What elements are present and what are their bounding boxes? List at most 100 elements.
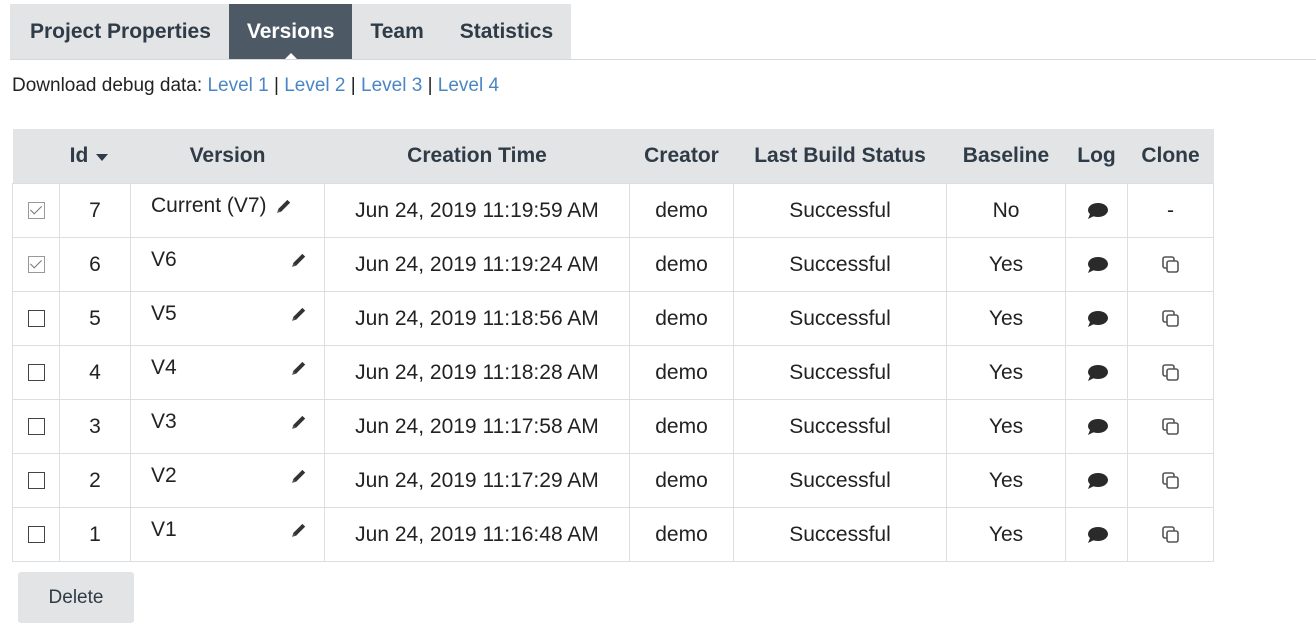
tab-team[interactable]: Team <box>352 4 441 60</box>
version-cell: V2 <box>130 453 325 508</box>
version-column-header[interactable]: Version <box>130 129 325 184</box>
row-select-cell <box>12 507 60 562</box>
debug-level-1-link[interactable]: Level 1 <box>207 75 268 96</box>
pencil-icon[interactable] <box>290 464 308 491</box>
pencil-icon[interactable] <box>290 518 308 545</box>
log-cell <box>1065 453 1128 508</box>
clone-cell: - <box>1127 183 1214 238</box>
clone-column-header: Clone <box>1127 129 1214 184</box>
version-cell: V4 <box>130 345 325 400</box>
tab-versions[interactable]: Versions <box>228 4 353 60</box>
tab-project-properties[interactable]: Project Properties <box>10 4 229 60</box>
debug-level-4-link[interactable]: Level 4 <box>438 75 499 96</box>
id-column-header[interactable]: Id <box>59 129 131 184</box>
tab-statistics[interactable]: Statistics <box>442 4 571 60</box>
debug-level-2-link[interactable]: Level 2 <box>284 75 345 96</box>
clone-icon[interactable] <box>1161 469 1181 492</box>
creator-column-header[interactable]: Creator <box>629 129 734 184</box>
log-cell <box>1065 345 1128 400</box>
table-row: 5 V5 Jun 24, 2019 11:18:56 AM demo Successfu… <box>12 291 1214 346</box>
table-row: 7 Current (V7) Jun 24, 2019 11:19:59 AM dem… <box>12 183 1214 238</box>
tab-divider <box>10 59 1316 60</box>
table-row: 1 V1 Jun 24, 2019 11:16:48 AM demo Successfu… <box>12 507 1214 562</box>
creation-time-cell: Jun 24, 2019 11:16:48 AM <box>324 507 630 562</box>
last-build-status-column-header[interactable]: Last Build Status <box>733 129 947 184</box>
creation-time-cell: Jun 24, 2019 11:18:56 AM <box>324 291 630 346</box>
clone-cell <box>1127 507 1214 562</box>
clone-cell <box>1127 237 1214 292</box>
status-cell: Successful <box>733 507 947 562</box>
clone-icon[interactable] <box>1161 307 1181 330</box>
table-header-row: Id Version Creation Time Creator Last Bu… <box>12 129 1214 184</box>
pencil-icon[interactable] <box>290 248 308 275</box>
version-name: V6 <box>151 248 177 271</box>
speech-bubble-icon[interactable] <box>1086 361 1108 384</box>
row-checkbox[interactable] <box>27 526 45 544</box>
version-name: Current (V7) <box>151 194 267 217</box>
row-select-cell <box>12 399 60 454</box>
table-row: 2 V2 Jun 24, 2019 11:17:29 AM demo Successfu… <box>12 453 1214 508</box>
pencil-icon[interactable] <box>290 302 308 329</box>
baseline-cell: Yes <box>946 345 1066 400</box>
speech-bubble-icon[interactable] <box>1086 199 1108 222</box>
speech-bubble-icon[interactable] <box>1086 415 1108 438</box>
creator-cell: demo <box>629 507 734 562</box>
separator: | <box>427 75 433 96</box>
clone-icon[interactable] <box>1161 523 1181 546</box>
clone-cell <box>1127 399 1214 454</box>
status-cell: Successful <box>733 183 947 238</box>
status-cell: Successful <box>733 237 947 292</box>
speech-bubble-icon[interactable] <box>1086 469 1108 492</box>
version-name: V3 <box>151 410 177 433</box>
clone-icon[interactable] <box>1161 361 1181 384</box>
baseline-cell: Yes <box>946 399 1066 454</box>
baseline-cell: Yes <box>946 291 1066 346</box>
speech-bubble-icon[interactable] <box>1086 523 1108 546</box>
id-cell: 3 <box>59 399 131 454</box>
creation-time-column-header[interactable]: Creation Time <box>324 129 630 184</box>
status-cell: Successful <box>733 345 947 400</box>
speech-bubble-icon[interactable] <box>1086 307 1108 330</box>
creation-time-cell: Jun 24, 2019 11:19:24 AM <box>324 237 630 292</box>
row-checkbox[interactable] <box>27 364 45 382</box>
table-row: 3 V3 Jun 24, 2019 11:17:58 AM demo Successfu… <box>12 399 1214 454</box>
version-cell: V5 <box>130 291 325 346</box>
row-select-cell <box>12 453 60 508</box>
pencil-icon[interactable] <box>290 356 308 383</box>
row-checkbox[interactable] <box>27 472 45 490</box>
creation-time-cell: Jun 24, 2019 11:19:59 AM <box>324 183 630 238</box>
id-header-label: Id <box>69 144 89 167</box>
id-cell: 5 <box>59 291 131 346</box>
version-name: V4 <box>151 356 177 379</box>
row-checkbox[interactable] <box>27 418 45 436</box>
clone-cell <box>1127 453 1214 508</box>
separator: | <box>274 75 279 96</box>
creator-cell: demo <box>629 237 734 292</box>
clone-icon[interactable] <box>1161 415 1181 438</box>
speech-bubble-icon[interactable] <box>1086 253 1108 276</box>
creator-cell: demo <box>629 399 734 454</box>
clone-cell <box>1127 345 1214 400</box>
baseline-cell: Yes <box>946 507 1066 562</box>
clone-icon[interactable] <box>1161 253 1181 276</box>
pencil-icon[interactable] <box>275 194 293 221</box>
log-cell <box>1065 237 1128 292</box>
baseline-cell: Yes <box>946 453 1066 508</box>
creator-cell: demo <box>629 291 734 346</box>
status-cell: Successful <box>733 453 947 508</box>
row-checkbox[interactable] <box>27 202 45 220</box>
debug-level-3-link[interactable]: Level 3 <box>361 75 422 96</box>
table-row: 6 V6 Jun 24, 2019 11:19:24 AM demo Successfu… <box>12 237 1214 292</box>
select-column-header <box>12 129 60 184</box>
version-name: V1 <box>151 518 177 541</box>
delete-button[interactable]: Delete <box>18 572 134 623</box>
row-select-cell <box>12 183 60 238</box>
baseline-cell: No <box>946 183 1066 238</box>
pencil-icon[interactable] <box>290 410 308 437</box>
creator-cell: demo <box>629 345 734 400</box>
log-cell <box>1065 291 1128 346</box>
row-checkbox[interactable] <box>27 310 45 328</box>
baseline-column-header[interactable]: Baseline <box>946 129 1066 184</box>
row-checkbox[interactable] <box>27 256 45 274</box>
log-cell <box>1065 399 1128 454</box>
